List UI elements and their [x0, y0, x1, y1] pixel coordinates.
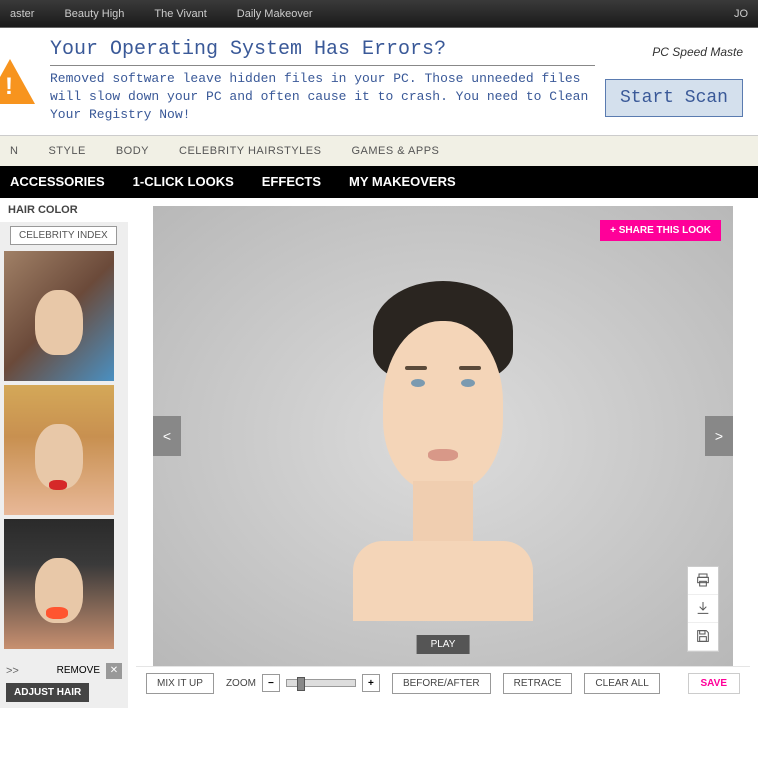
before-after-button[interactable]: BEFORE/AFTER: [392, 673, 491, 694]
zoom-slider[interactable]: [286, 679, 356, 687]
nav-item-makeovers[interactable]: MY MAKEOVERS: [349, 174, 456, 189]
makeover-canvas[interactable]: + SHARE THIS LOOK < > PLAY: [153, 206, 733, 666]
primary-nav: N STYLE BODY CELEBRITY HAIRSTYLES GAMES …: [0, 136, 758, 166]
share-look-button[interactable]: + SHARE THIS LOOK: [600, 220, 721, 241]
topbar-right[interactable]: JO: [734, 8, 748, 20]
ad-content: Your Operating System Has Errors? Remove…: [50, 38, 595, 125]
canvas-area: + SHARE THIS LOOK < > PLAY MIX I: [128, 198, 758, 708]
secondary-nav: ACCESSORIES 1-CLICK LOOKS EFFECTS MY MAK…: [0, 166, 758, 198]
mix-it-up-button[interactable]: MIX IT UP: [146, 673, 214, 694]
nav-item-looks[interactable]: 1-CLICK LOOKS: [133, 174, 234, 189]
warning-icon: [0, 59, 35, 104]
zoom-handle[interactable]: [297, 677, 305, 691]
nav-item[interactable]: N: [10, 145, 18, 157]
ad-banner: Your Operating System Has Errors? Remove…: [0, 28, 758, 136]
start-scan-button[interactable]: Start Scan: [605, 79, 743, 117]
celebrity-thumb[interactable]: [4, 385, 114, 515]
save-button[interactable]: SAVE: [688, 673, 741, 694]
nav-item[interactable]: STYLE: [48, 145, 85, 157]
ad-title: Your Operating System Has Errors?: [50, 38, 595, 66]
arrows-label: >>: [6, 665, 19, 677]
model-image: [343, 281, 543, 621]
celebrity-index-button[interactable]: CELEBRITY INDEX: [10, 226, 117, 245]
thumbnail-list: [0, 249, 128, 651]
nav-item-effects[interactable]: EFFECTS: [262, 174, 321, 189]
bottom-controls: MIX IT UP ZOOM − + BEFORE/AFTER RETRACE …: [136, 666, 750, 700]
zoom-label: ZOOM: [226, 678, 256, 689]
prev-button[interactable]: <: [153, 416, 181, 456]
celebrity-thumb[interactable]: [4, 251, 114, 381]
adjust-hair-button[interactable]: ADJUST HAIR: [6, 683, 89, 702]
next-button[interactable]: >: [705, 416, 733, 456]
main-area: HAIR COLOR CELEBRITY INDEX >> REMOVE ✕ A…: [0, 198, 758, 708]
tool-icons: [687, 566, 719, 652]
retrace-button[interactable]: RETRACE: [503, 673, 573, 694]
save-disk-icon[interactable]: [688, 623, 718, 651]
topbar-link[interactable]: Daily Makeover: [237, 8, 313, 20]
nav-item[interactable]: CELEBRITY HAIRSTYLES: [179, 145, 321, 157]
print-icon[interactable]: [688, 567, 718, 595]
clear-all-button[interactable]: CLEAR ALL: [584, 673, 659, 694]
zoom-in-button[interactable]: +: [362, 674, 380, 692]
nav-item-accessories[interactable]: ACCESSORIES: [10, 174, 105, 189]
celebrity-thumb[interactable]: [4, 519, 114, 649]
zoom-out-button[interactable]: −: [262, 674, 280, 692]
download-icon[interactable]: [688, 595, 718, 623]
sidebar: HAIR COLOR CELEBRITY INDEX >> REMOVE ✕ A…: [0, 198, 128, 708]
ad-side: PC Speed Maste Start Scan: [605, 45, 743, 117]
remove-label: REMOVE: [57, 665, 100, 676]
play-button[interactable]: PLAY: [417, 635, 470, 654]
ad-brand: PC Speed Maste: [652, 45, 743, 59]
ad-body: Removed software leave hidden files in y…: [50, 70, 595, 125]
topbar-link[interactable]: The Vivant: [154, 8, 206, 20]
zoom-control: ZOOM − +: [226, 674, 380, 692]
sidebar-footer: >> REMOVE ✕ ADJUST HAIR: [0, 653, 128, 708]
nav-item[interactable]: GAMES & APPS: [351, 145, 439, 157]
top-bar: aster Beauty High The Vivant Daily Makeo…: [0, 0, 758, 28]
topbar-link[interactable]: aster: [10, 8, 34, 20]
sidebar-header: HAIR COLOR: [0, 198, 128, 222]
remove-button[interactable]: ✕: [106, 663, 122, 679]
topbar-link[interactable]: Beauty High: [64, 8, 124, 20]
nav-item[interactable]: BODY: [116, 145, 149, 157]
